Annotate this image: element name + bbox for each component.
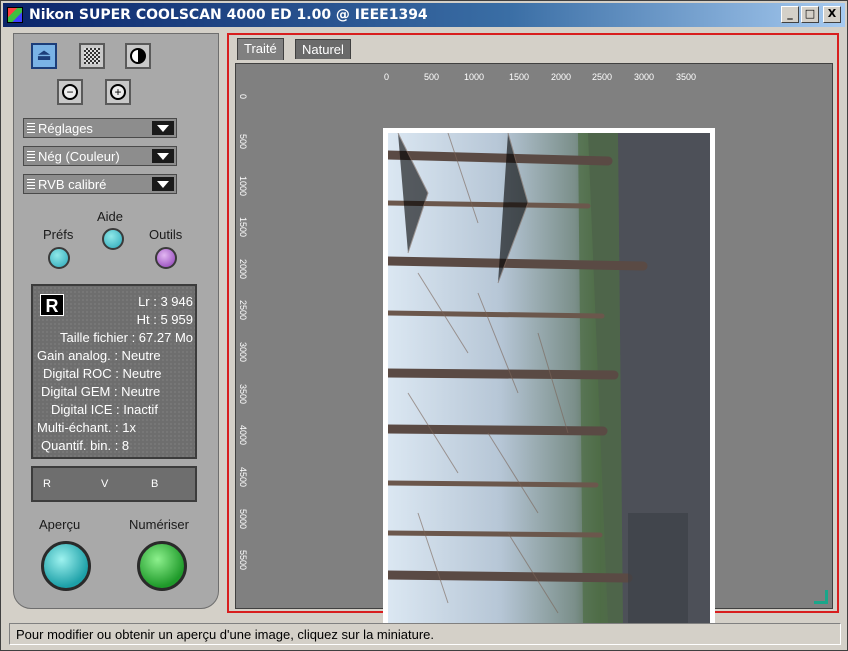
image-canvas[interactable]: 0 500 1000 1500 2000 2500 3000 3500 0 50… — [235, 63, 833, 628]
color-space-dropdown-value: RVB calibré — [38, 177, 107, 192]
scanned-photo[interactable] — [388, 133, 710, 623]
preview-button[interactable] — [41, 541, 91, 591]
channel-b-label: B — [151, 478, 159, 490]
list-icon — [27, 179, 35, 190]
app-window: Nikon SUPER COOLSCAN 4000 ED 1.00 @ IEEE… — [0, 0, 848, 651]
zoom-out-icon: − — [62, 84, 78, 100]
ruler-label: 2500 — [592, 72, 613, 82]
chevron-down-icon[interactable] — [152, 177, 174, 191]
ruler-label: 0 — [384, 72, 390, 82]
info-multi-sample: Multi-échant. : 1x — [37, 420, 136, 435]
status-bar: Pour modifier ou obtenir un aperçu d'une… — [9, 623, 841, 645]
resolution-badge: R — [40, 294, 64, 316]
zoom-out-button[interactable]: − — [57, 79, 83, 105]
resize-corner-icon[interactable] — [814, 590, 828, 604]
contrast-button[interactable] — [125, 43, 151, 69]
film-type-dropdown[interactable]: Nég (Couleur) — [23, 146, 177, 166]
ruler-label: 4500 — [238, 467, 248, 488]
settings-dropdown[interactable]: Réglages — [23, 118, 177, 138]
ruler-label: 3500 — [238, 384, 248, 405]
zoom-in-icon: + — [110, 84, 126, 100]
eject-button[interactable]: ⏏ — [31, 43, 57, 69]
ruler-label: 1000 — [238, 176, 248, 197]
ruler-label: 500 — [424, 72, 440, 82]
scan-preview-frame[interactable] — [383, 128, 715, 628]
info-digital-roc: Digital ROC : Neutre — [43, 366, 162, 381]
preview-label: Aperçu — [39, 517, 81, 532]
ruler-label: 3500 — [676, 72, 697, 82]
chevron-down-icon[interactable] — [152, 149, 174, 163]
prefs-button[interactable] — [48, 247, 70, 269]
ruler-label: 3000 — [238, 342, 248, 363]
rgb-channel-panel: R V B — [31, 466, 197, 502]
settings-dropdown-value: Réglages — [38, 121, 93, 136]
scan-label: Numériser — [129, 517, 189, 532]
info-digital-ice: Digital ICE : Inactif — [51, 402, 158, 417]
title-bar[interactable]: Nikon SUPER COOLSCAN 4000 ED 1.00 @ IEEE… — [3, 3, 845, 27]
maximize-button[interactable]: □ — [801, 6, 819, 23]
scan-info-panel: R Lr : 3 946 Ht : 5 959 Taille fichier :… — [31, 284, 197, 459]
tools-button[interactable] — [155, 247, 177, 269]
channel-r-label: R — [43, 478, 51, 490]
help-label: Aide — [97, 209, 124, 224]
tab-processed[interactable]: Traité — [237, 38, 284, 60]
eject-icon: ⏏ — [36, 47, 52, 64]
ruler-label: 500 — [238, 134, 248, 150]
chevron-down-icon[interactable] — [152, 121, 174, 135]
preview-area: Traité Naturel 0 500 1000 1500 2000 2500… — [227, 33, 839, 628]
ruler-label: 1500 — [509, 72, 530, 82]
ruler-label: 1500 — [238, 217, 248, 238]
zoom-in-button[interactable]: + — [105, 79, 131, 105]
info-analog-gain: Gain analog. : Neutre — [37, 348, 161, 363]
tools-label: Outils — [149, 227, 183, 242]
ruler-label: 2500 — [238, 300, 248, 321]
help-button[interactable] — [102, 228, 124, 250]
app-icon[interactable] — [7, 7, 23, 23]
horizontal-ruler: 0 500 1000 1500 2000 2500 3000 3500 — [384, 72, 714, 86]
ruler-label: 5000 — [238, 509, 248, 530]
color-space-dropdown[interactable]: RVB calibré — [23, 174, 177, 194]
contrast-icon — [130, 48, 146, 64]
ruler-label: 3000 — [634, 72, 655, 82]
info-file-size: Taille fichier : 67.27 Mo — [60, 330, 193, 345]
grid-pattern-button[interactable] — [79, 43, 105, 69]
ruler-label: 4000 — [238, 425, 248, 446]
info-bit-depth: Quantif. bin. : 8 — [41, 438, 130, 453]
list-icon — [27, 151, 35, 162]
tree-scene-image — [388, 133, 710, 623]
list-icon — [27, 123, 35, 134]
grid-pattern-icon — [84, 48, 100, 64]
ruler-label: 1000 — [464, 72, 485, 82]
tab-natural[interactable]: Naturel — [295, 39, 351, 59]
window-title: Nikon SUPER COOLSCAN 4000 ED 1.00 @ IEEE… — [29, 7, 428, 23]
info-height: Ht : 5 959 — [136, 312, 193, 327]
ruler-label: 5500 — [238, 550, 248, 571]
minimize-button[interactable]: _ — [781, 6, 799, 23]
scan-button[interactable] — [137, 541, 187, 591]
ruler-label: 0 — [238, 94, 248, 100]
info-width: Lr : 3 946 — [138, 294, 193, 309]
vertical-ruler: 0 500 1000 1500 2000 2500 3000 3500 4000… — [236, 92, 254, 592]
film-type-dropdown-value: Nég (Couleur) — [38, 149, 120, 164]
close-button[interactable]: X — [823, 6, 841, 23]
ruler-label: 2000 — [238, 259, 248, 280]
channel-v-label: V — [101, 478, 109, 490]
info-digital-gem: Digital GEM : Neutre — [41, 384, 161, 399]
prefs-label: Préfs — [43, 227, 74, 242]
ruler-label: 2000 — [551, 72, 572, 82]
window-controls: _ □ X — [781, 6, 841, 23]
